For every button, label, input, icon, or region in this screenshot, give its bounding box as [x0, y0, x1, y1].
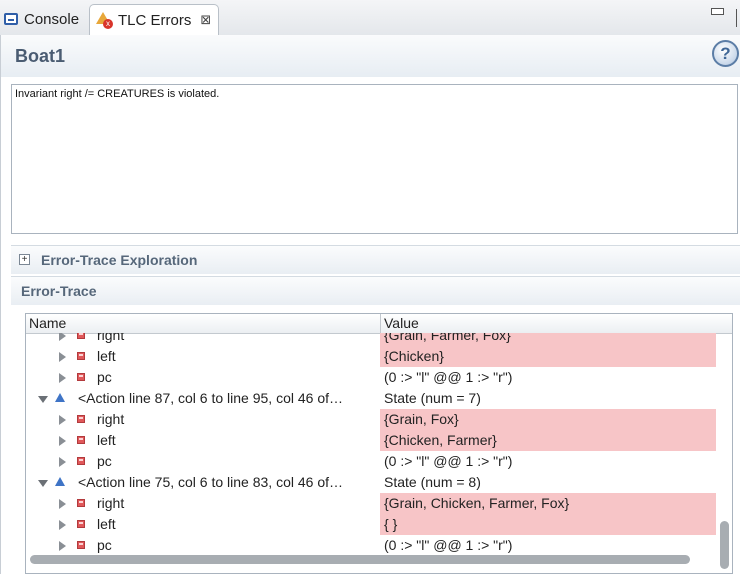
value-cell: {Grain, Farmer, Fox}: [380, 333, 716, 346]
name-cell: left: [26, 430, 380, 451]
name-cell: right: [26, 493, 380, 514]
form-header: Boat1 ?: [1, 35, 740, 77]
variable-row[interactable]: right {Grain, Farmer, Fox}: [26, 333, 716, 346]
name-cell: <Action line 75, col 6 to line 83, col 4…: [26, 472, 380, 493]
name-cell: right: [26, 409, 380, 430]
variable-row[interactable]: right {Grain, Fox}: [26, 409, 716, 430]
row-label: right: [97, 495, 125, 511]
maximize-icon[interactable]: [736, 9, 737, 27]
value-cell: (0 :> "l" @@ 1 :> "r"): [384, 453, 513, 469]
horizontal-scrollbar[interactable]: [30, 555, 690, 564]
name-cell: pc: [26, 367, 380, 388]
variable-row[interactable]: right {Grain, Chicken, Farmer, Fox}: [26, 493, 716, 514]
value-cell: { }: [380, 514, 716, 535]
table-body: right {Grain, Farmer, Fox} left {Chicken} pc…: [26, 333, 716, 569]
collapsed-arrow-icon[interactable]: [59, 436, 66, 446]
state-icon: [55, 393, 65, 402]
row-label: pc: [97, 369, 112, 385]
error-message-box[interactable]: Invariant right /= CREATURES is violated…: [11, 84, 738, 234]
tlc-error-icon: x: [96, 11, 113, 29]
collapsed-arrow-icon[interactable]: [59, 499, 66, 509]
error-trace-title: Error-Trace: [21, 283, 97, 299]
minimize-icon[interactable]: [711, 8, 724, 15]
row-label: <Action line 75, col 6 to line 83, col 4…: [78, 474, 343, 490]
row-label: left: [97, 432, 116, 448]
state-row[interactable]: <Action line 87, col 6 to line 95, col 4…: [26, 388, 716, 409]
tab-tlc-errors[interactable]: x TLC Errors ⊠: [89, 4, 219, 35]
variable-row[interactable]: left {Chicken, Farmer}: [26, 430, 716, 451]
name-cell: <Action line 87, col 6 to line 95, col 4…: [26, 388, 380, 409]
variable-icon: [77, 499, 85, 507]
collapsed-arrow-icon[interactable]: [59, 333, 66, 341]
vertical-scrollbar[interactable]: [720, 521, 729, 569]
name-cell: left: [26, 346, 380, 367]
variable-row[interactable]: left { }: [26, 514, 716, 535]
column-header-value[interactable]: Value: [384, 315, 419, 331]
collapsed-arrow-icon[interactable]: [59, 541, 66, 551]
value-cell: State (num = 8): [384, 474, 481, 490]
error-trace-table[interactable]: Name Value right {Grain, Farmer, Fox} left…: [25, 313, 733, 574]
row-label: pc: [97, 453, 112, 469]
error-trace-exploration-title: Error-Trace Exploration: [41, 252, 198, 268]
row-label: <Action line 87, col 6 to line 95, col 4…: [78, 390, 343, 406]
variable-icon: [77, 352, 85, 360]
name-cell: pc: [26, 535, 380, 556]
variable-icon: [77, 415, 85, 423]
value-cell: State (num = 7): [384, 390, 481, 406]
variable-row[interactable]: pc (0 :> "l" @@ 1 :> "r"): [26, 367, 716, 388]
help-icon[interactable]: ?: [712, 40, 739, 67]
collapsed-arrow-icon[interactable]: [59, 457, 66, 467]
row-label: right: [97, 333, 125, 343]
state-icon: [55, 477, 65, 486]
column-divider[interactable]: [380, 314, 381, 333]
value-cell: {Chicken, Farmer}: [380, 430, 716, 451]
expand-icon[interactable]: +: [19, 254, 30, 265]
collapsed-arrow-icon[interactable]: [59, 373, 66, 383]
value-cell: (0 :> "l" @@ 1 :> "r"): [384, 537, 513, 553]
variable-icon: [77, 436, 85, 444]
table-header: Name Value: [26, 314, 732, 334]
column-header-name[interactable]: Name: [29, 315, 66, 331]
name-cell: pc: [26, 451, 380, 472]
name-cell: right: [26, 333, 380, 346]
collapsed-arrow-icon[interactable]: [59, 352, 66, 362]
value-cell: {Grain, Fox}: [380, 409, 716, 430]
expanded-arrow-icon[interactable]: [38, 396, 48, 403]
variable-row[interactable]: pc (0 :> "l" @@ 1 :> "r"): [26, 451, 716, 472]
name-cell: left: [26, 514, 380, 535]
state-row[interactable]: <Action line 75, col 6 to line 83, col 4…: [26, 472, 716, 493]
variable-row[interactable]: left {Chicken}: [26, 346, 716, 367]
row-label: left: [97, 348, 116, 364]
collapsed-arrow-icon[interactable]: [59, 415, 66, 425]
error-message-text: Invariant right /= CREATURES is violated…: [15, 88, 220, 100]
tab-console-label: Console: [24, 10, 80, 28]
value-cell: (0 :> "l" @@ 1 :> "r"): [384, 369, 513, 385]
tlc-errors-panel: Boat1 ? Invariant right /= CREATURES is …: [0, 35, 740, 574]
variable-icon: [77, 541, 85, 549]
console-icon: [4, 13, 18, 25]
variable-icon: [77, 457, 85, 465]
variable-row[interactable]: pc (0 :> "l" @@ 1 :> "r"): [26, 535, 716, 556]
value-cell: {Grain, Chicken, Farmer, Fox}: [380, 493, 716, 514]
variable-icon: [77, 373, 85, 381]
row-label: pc: [97, 537, 112, 553]
page-title: Boat1: [15, 46, 66, 66]
variable-icon: [77, 520, 85, 528]
value-cell: {Chicken}: [380, 346, 716, 367]
close-icon[interactable]: ⊠: [200, 12, 211, 28]
expanded-arrow-icon[interactable]: [38, 480, 48, 487]
error-trace-exploration-section[interactable]: + Error-Trace Exploration: [11, 245, 740, 274]
tab-console[interactable]: Console: [4, 4, 79, 34]
row-label: right: [97, 411, 125, 427]
variable-icon: [77, 333, 85, 339]
collapsed-arrow-icon[interactable]: [59, 520, 66, 530]
view-tab-bar: Console x TLC Errors ⊠: [0, 0, 740, 36]
error-trace-section: Error-Trace: [11, 276, 740, 305]
row-label: left: [97, 516, 116, 532]
tab-tlc-errors-label: TLC Errors: [118, 11, 192, 29]
